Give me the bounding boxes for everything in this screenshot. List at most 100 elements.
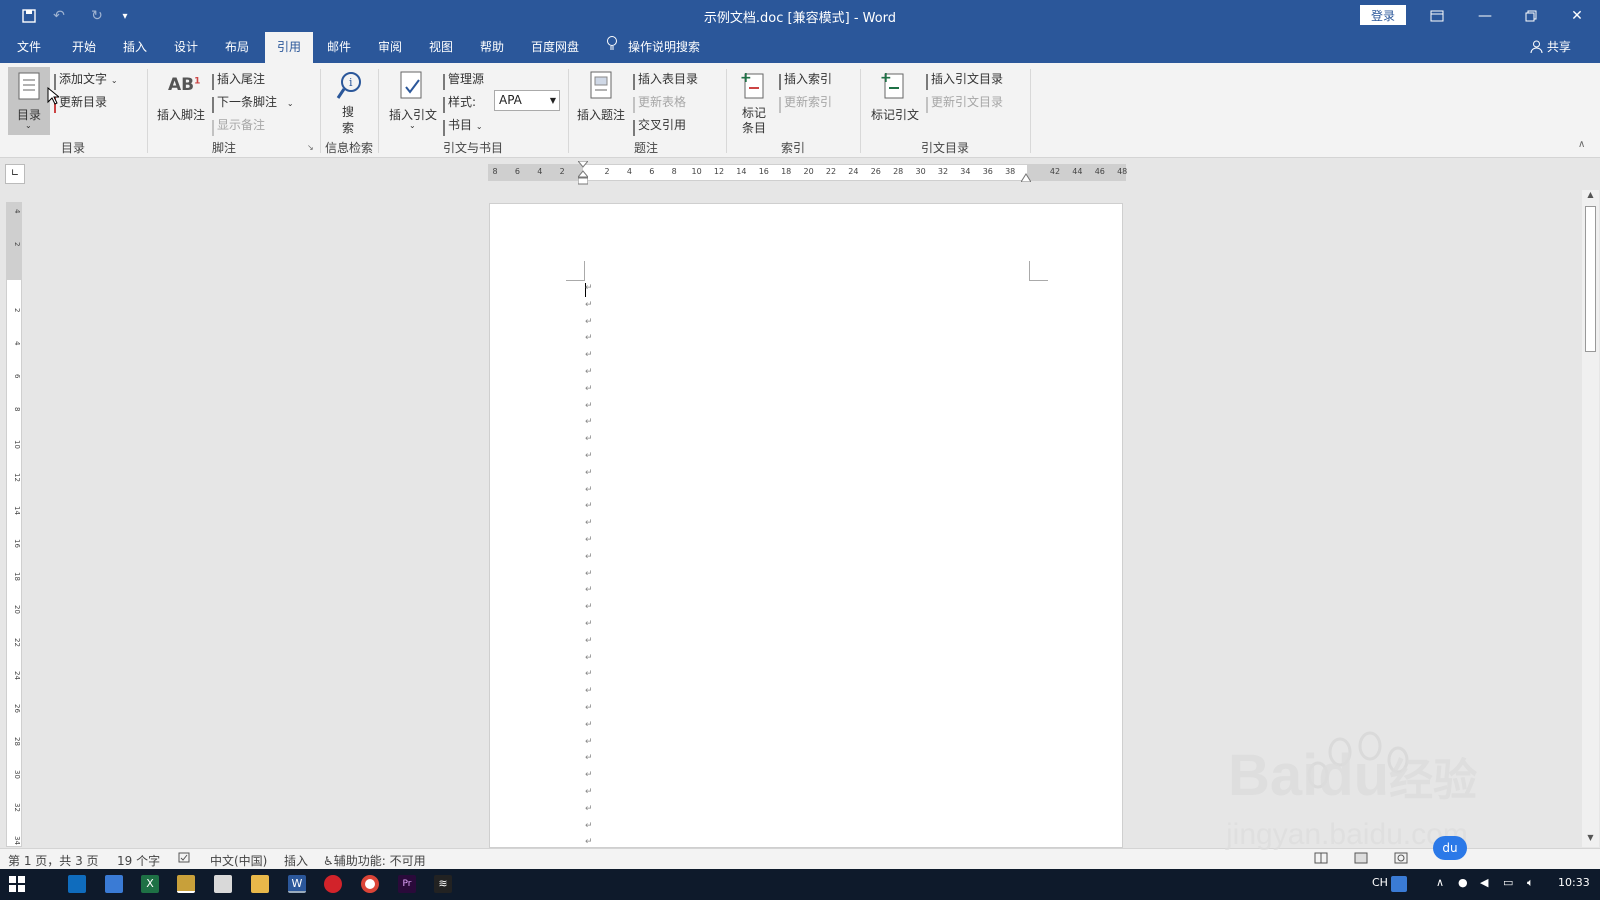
notes-app-icon[interactable]	[214, 875, 232, 893]
tab-review[interactable]: 审阅	[369, 32, 411, 63]
show-hidden-icons-icon[interactable]: ∧	[1436, 876, 1444, 889]
tab-help[interactable]: 帮助	[471, 32, 513, 63]
update-index-button[interactable]: 更新索引	[779, 93, 832, 113]
paragraph-mark: ↵	[585, 467, 593, 478]
collapse-ribbon-icon[interactable]: ∧	[1578, 139, 1585, 150]
svg-text:i: i	[349, 76, 353, 89]
vertical-scrollbar[interactable]: ▲ ▼	[1582, 190, 1599, 847]
media-app-icon[interactable]	[177, 875, 195, 893]
tell-me-search[interactable]: 操作说明搜索	[606, 32, 700, 63]
minimize-icon[interactable]: —	[1462, 0, 1508, 32]
horizontal-ruler[interactable]: 8 6 4 2 2 4 6 8 10 12 14 16 18 20 22 24 26 28 30 32 34 36 38 42…	[488, 160, 1127, 185]
next-footnote-button[interactable]: 下一条脚注 ⌄	[212, 93, 294, 113]
update-table-label: 更新表格	[638, 95, 687, 109]
manage-sources-button[interactable]: 管理源	[443, 70, 484, 90]
bibliography-button[interactable]: 书目 ⌄	[443, 116, 483, 136]
tab-insert[interactable]: 插入	[114, 32, 156, 63]
chrome-icon[interactable]	[361, 875, 379, 893]
update-index-icon	[779, 97, 781, 113]
insert-mode-status[interactable]: 插入	[284, 852, 308, 869]
login-button[interactable]: 登录	[1360, 5, 1406, 25]
update-toc-button[interactable]: 更新目录	[54, 93, 107, 113]
mark-entry-button[interactable]: + 标记 条目	[732, 67, 776, 137]
mark-citation-icon: +	[880, 70, 906, 103]
paragraph-mark: ↵	[585, 602, 593, 613]
indent-marker-icon[interactable]	[576, 160, 590, 185]
title-bar: ↶ ↻ ▾ 示例文档.doc [兼容模式] - Word 登录 — ✕	[0, 0, 1600, 32]
paragraph-mark: ↵	[585, 551, 593, 562]
tab-home[interactable]: 开始	[63, 32, 105, 63]
share-button[interactable]: 共享	[1530, 32, 1571, 63]
network-icon[interactable]: ▭	[1503, 876, 1513, 889]
paragraph-mark: ↵	[585, 686, 593, 697]
word-icon[interactable]: W	[288, 875, 306, 893]
tab-file[interactable]: 文件	[8, 32, 50, 63]
insert-index-label: 插入索引	[784, 72, 833, 86]
index-group-label: 索引	[780, 141, 805, 155]
tab-references[interactable]: 引用	[265, 32, 313, 63]
close-icon[interactable]: ✕	[1554, 0, 1600, 32]
windows-taskbar: X W Pr ≋ CH ∧ ● ◀ ▭ 🔈︎ 10:33	[0, 869, 1600, 900]
tab-mailings[interactable]: 邮件	[318, 32, 360, 63]
tab-design[interactable]: 设计	[165, 32, 207, 63]
paragraph-mark: ↵	[585, 518, 593, 529]
insert-caption-button[interactable]: 插入题注	[574, 67, 630, 135]
captions-group-label: 题注	[633, 141, 658, 155]
file-explorer-icon[interactable]	[251, 875, 269, 893]
proofing-icon[interactable]	[178, 852, 192, 867]
tab-stop-selector[interactable]: ∟	[5, 164, 25, 184]
scroll-thumb[interactable]	[1585, 206, 1596, 352]
add-text-button[interactable]: 添加文字 ⌄	[54, 70, 118, 90]
scroll-down-icon[interactable]: ▼	[1582, 833, 1599, 847]
update-toa-button[interactable]: 更新引文目录	[926, 93, 1003, 113]
word-count[interactable]: 19 个字	[117, 852, 160, 869]
document-page[interactable]: ↵ ↵ ↵ ↵ ↵ ↵ ↵ ↵ ↵ ↵ ↵ ↵ ↵ ↵ ↵ ↵ ↵ ↵ ↵ ↵ ↵ ↵ ↵ ↵ ↵ ↵ ↵ ↵ ↵ ↵ ↵ ↵ ↵ ↵	[489, 203, 1123, 848]
editor-app-icon[interactable]: ≋	[434, 875, 452, 893]
clock[interactable]: 10:33	[1558, 876, 1590, 889]
toc-button[interactable]: 目录 ⌄	[8, 67, 50, 135]
style-select-value: APA	[499, 93, 522, 107]
vruler-tick-label: 12	[13, 473, 21, 482]
insert-endnote-button[interactable]: 插入尾注	[212, 70, 265, 90]
mail-app-icon[interactable]	[105, 875, 123, 893]
show-notes-icon	[212, 120, 214, 136]
insert-citation-button[interactable]: 插入引文 ⌄	[384, 67, 440, 135]
insert-table-of-figures-button[interactable]: 插入表目录	[633, 70, 698, 90]
language-status[interactable]: 中文(中国)	[210, 852, 267, 869]
ruler-tick-label: 6	[514, 167, 520, 176]
tab-view[interactable]: 视图	[420, 32, 462, 63]
restore-icon[interactable]	[1508, 0, 1554, 32]
ribbon-tab-bar: 文件 开始 插入 设计 布局 引用 邮件 审阅 视图 帮助 百度网盘 操作说明搜…	[0, 32, 1600, 63]
speaker-icon[interactable]: 🔈︎	[1527, 876, 1534, 890]
accessibility-status[interactable]: ♿辅助功能: 不可用	[323, 852, 426, 869]
search-button[interactable]: i 搜 索	[326, 67, 372, 135]
vertical-ruler[interactable]: 4 2 2 4 6 8 10 12 14 16 18 20 22 24 26 28 30 32 34	[6, 202, 22, 847]
ribbon-display-options-icon[interactable]	[1414, 0, 1460, 32]
windows-start-icon[interactable]	[8, 875, 26, 893]
netease-music-icon[interactable]	[324, 875, 342, 893]
research-group-label: 信息检索	[324, 141, 373, 155]
baidu-input-icon[interactable]	[1391, 876, 1407, 892]
right-indent-marker-icon[interactable]	[1020, 171, 1032, 183]
input-language[interactable]: CH	[1372, 876, 1388, 889]
page-count[interactable]: 第 1 页，共 3 页	[8, 852, 99, 869]
cross-reference-button[interactable]: 交叉引用	[633, 116, 686, 136]
mark-citation-button[interactable]: + 标记引文	[866, 67, 924, 135]
tab-baidu-netdisk[interactable]: 百度网盘	[525, 32, 585, 63]
volume-muted-icon[interactable]: ◀	[1480, 876, 1488, 889]
show-notes-button[interactable]: 显示备注	[212, 116, 265, 136]
outlook-icon[interactable]	[68, 875, 86, 893]
footnote-dialog-launcher-icon[interactable]: ↘	[307, 143, 314, 152]
insert-toa-button[interactable]: 插入引文目录	[926, 70, 1003, 90]
tray-app-icon[interactable]: ●	[1458, 876, 1468, 889]
update-table-button[interactable]: 更新表格	[633, 93, 687, 113]
tab-layout[interactable]: 布局	[216, 32, 258, 63]
insert-index-button[interactable]: 插入索引	[779, 70, 833, 90]
citation-style-select[interactable]: APA ▼	[494, 90, 560, 111]
insert-footnote-button[interactable]: AB1 插入脚注	[154, 67, 208, 135]
ruler-tick-label: 36	[982, 167, 993, 176]
excel-icon[interactable]: X	[141, 875, 159, 893]
premiere-icon[interactable]: Pr	[398, 875, 416, 893]
scroll-up-icon[interactable]: ▲	[1582, 190, 1599, 204]
update-toa-icon	[926, 97, 928, 113]
